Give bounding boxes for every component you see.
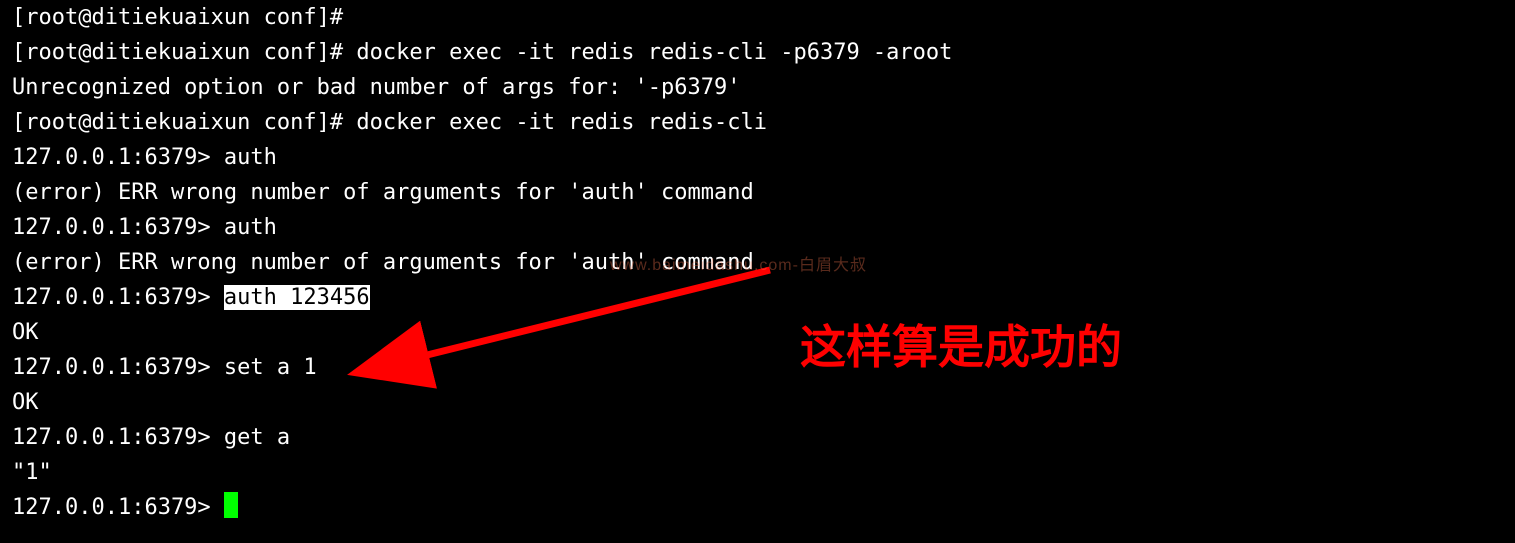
terminal-line: [root@ditiekuaixun conf]# <box>12 0 1503 35</box>
prompt: [root@ditiekuaixun conf]# <box>12 110 356 135</box>
command: auth <box>224 145 277 170</box>
prompt: 127.0.0.1:6379> <box>12 215 224 240</box>
command: auth <box>224 215 277 240</box>
command: set a 1 <box>224 355 317 380</box>
prompt: [root@ditiekuaixun conf]# <box>12 40 356 65</box>
terminal-line: 127.0.0.1:6379> set a 1 <box>12 350 1503 385</box>
command: docker exec -it redis redis-cli -p6379 -… <box>356 40 952 65</box>
terminal-line: [root@ditiekuaixun conf]# docker exec -i… <box>12 35 1503 70</box>
prompt: 127.0.0.1:6379> <box>12 145 224 170</box>
terminal-line: Unrecognized option or bad number of arg… <box>12 70 1503 105</box>
terminal-line: (error) ERR wrong number of arguments fo… <box>12 245 1503 280</box>
prompt: 127.0.0.1:6379> <box>12 355 224 380</box>
terminal-line: 127.0.0.1:6379> auth <box>12 210 1503 245</box>
command: docker exec -it redis redis-cli <box>356 110 767 135</box>
terminal-line: OK <box>12 315 1503 350</box>
prompt: 127.0.0.1:6379> <box>12 285 224 310</box>
command-highlighted: auth 123456 <box>224 285 370 310</box>
terminal-line: (error) ERR wrong number of arguments fo… <box>12 175 1503 210</box>
terminal-line: "1" <box>12 455 1503 490</box>
prompt: 127.0.0.1:6379> <box>12 425 224 450</box>
terminal-line: 127.0.0.1:6379> get a <box>12 420 1503 455</box>
terminal-line: 127.0.0.1:6379> auth <box>12 140 1503 175</box>
prompt: 127.0.0.1:6379> <box>12 495 224 520</box>
prompt: [root@ditiekuaixun conf]# <box>12 5 356 30</box>
terminal-output[interactable]: [root@ditiekuaixun conf]# [root@ditiekua… <box>0 0 1515 525</box>
terminal-line: 127.0.0.1:6379> auth 123456 <box>12 280 1503 315</box>
terminal-line: 127.0.0.1:6379> <box>12 490 1503 525</box>
command: get a <box>224 425 290 450</box>
terminal-line: [root@ditiekuaixun conf]# docker exec -i… <box>12 105 1503 140</box>
terminal-line: OK <box>12 385 1503 420</box>
cursor <box>224 492 238 518</box>
